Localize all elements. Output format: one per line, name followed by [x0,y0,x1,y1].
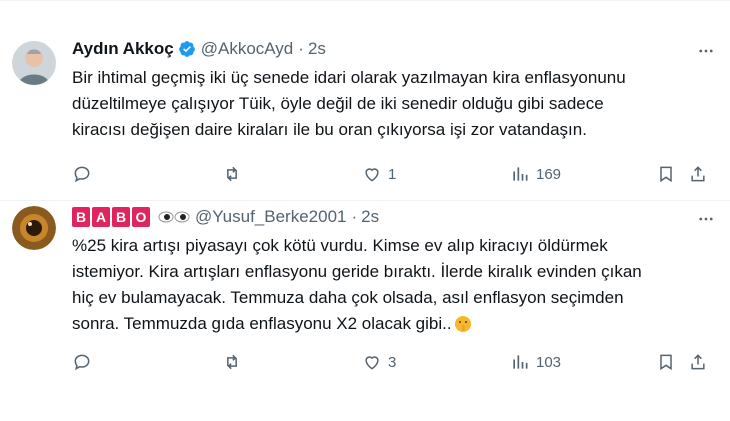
separator-dot: · [298,39,304,58]
views-chart-icon [513,167,528,181]
tweet-text-line: sonra. Temmuzda gıda enflasyonu X2 olaca… [72,311,712,337]
author-handle[interactable]: @Yusuf_Berke2001 [195,207,346,227]
tweet-text-last: sonra. Temmuzda gıda enflasyonu X2 olaca… [72,314,452,333]
action-bar: 3 103 [62,347,708,377]
bookmark-button[interactable] [656,347,676,377]
tweet-text-line: hiç ev bulamayacak. Temmuza daha çok ols… [72,288,624,307]
tweet-text-line: Bir ihtimal geçmiş iki üç senede idari o… [72,68,626,87]
tweet-text-line: istemiyor. Kira artışları enflasyonu ger… [72,262,642,281]
view-count: 103 [536,353,562,371]
tweet-babo[interactable]: B A B O @Yusuf_Berke2001 · 2s %25 kira a… [0,200,730,421]
share-icon [691,166,705,182]
like-count: 1 [388,165,397,183]
tweet-aydin[interactable]: Aydın Akkoç @AkkocAyd · 2s Bir ihtimal g… [0,0,730,201]
reply-icon [74,354,90,371]
bookmark-icon [660,166,672,183]
action-bar: 1 169 [62,159,708,189]
views-chart-icon [513,355,528,369]
tweet-text: Bir ihtimal geçmiş iki üç senede idari o… [72,65,712,143]
separator-dot: · [351,207,358,226]
heart-icon [365,168,379,182]
share-button[interactable] [688,347,708,377]
tweet-text-line: düzeltilmeye çalışıyor Tüik, öyle değil … [72,94,604,113]
reply-icon [74,166,90,183]
tweet-header: B A B O @Yusuf_Berke2001 · 2s [72,207,379,227]
share-icon [691,354,705,370]
like-count: 3 [388,353,397,371]
share-button[interactable] [688,159,708,189]
retweet-icon [227,166,237,182]
tweet-text-line: kiracısı değişen daire kiraları ile bu o… [72,120,587,139]
like-button[interactable]: 3 [362,347,396,377]
reply-button[interactable] [72,347,92,377]
author-handle[interactable]: @AkkocAyd [201,39,294,59]
views-button[interactable]: 103 [510,347,561,377]
more-options-icon[interactable] [696,41,716,61]
tweet-header: Aydın Akkoç @AkkocAyd · 2s [72,39,326,59]
timestamp[interactable]: 2s [361,207,379,227]
retweet-button[interactable] [222,347,242,377]
avatar[interactable] [12,206,56,250]
like-button[interactable]: 1 [362,159,396,189]
bookmark-icon [660,354,672,371]
shushing-face-emoji-icon [454,315,472,333]
bookmark-button[interactable] [656,159,676,189]
author-name[interactable]: B A B O [72,207,152,227]
retweet-button[interactable] [222,159,242,189]
heart-icon [365,356,379,370]
author-name[interactable]: Aydın Akkoç [72,39,174,59]
timestamp[interactable]: 2s [308,39,326,59]
name-letter-box: O [132,207,150,227]
reply-button[interactable] [72,159,92,189]
view-count: 169 [536,165,562,183]
avatar[interactable] [12,41,56,85]
tweet-text-line: %25 kira artışı piyasayı çok kötü vurdu.… [72,236,608,255]
retweet-icon [227,354,237,370]
tweet-text: %25 kira artışı piyasayı çok kötü vurdu.… [72,233,712,337]
name-letter-box: B [112,207,130,227]
eyes-emoji-icon [158,210,190,224]
more-options-icon[interactable] [696,209,716,229]
name-letter-box: A [92,207,110,227]
verified-badge-icon [178,40,196,58]
views-button[interactable]: 169 [510,159,561,189]
name-letter-box: B [72,207,90,227]
